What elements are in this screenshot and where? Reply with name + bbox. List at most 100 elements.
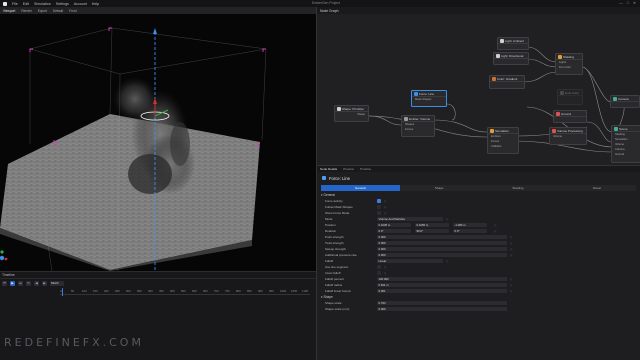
step-forward-icon[interactable]: ▶ bbox=[42, 281, 47, 286]
property-label: Force activity bbox=[325, 199, 343, 203]
frame-counter[interactable]: 52/24 bbox=[50, 281, 64, 286]
vector-field[interactable]: -1.083 m bbox=[453, 222, 487, 228]
node-light-directional[interactable]: Light: Directional bbox=[493, 52, 529, 65]
node-shape-primitive[interactable]: Shape: Primitive Shape bbox=[334, 105, 369, 122]
ground-icon bbox=[555, 112, 560, 116]
subtab-shading[interactable]: Shading bbox=[478, 185, 558, 191]
force-icon bbox=[322, 176, 326, 180]
node-shading[interactable]: Shading Lights Fire Color bbox=[555, 53, 583, 75]
property-value-field[interactable]: 0.000 bbox=[377, 306, 507, 312]
volume-icon bbox=[551, 129, 556, 133]
keyframe-icon[interactable]: ◇ bbox=[510, 277, 512, 281]
node-title: Simulation bbox=[495, 129, 510, 133]
viewport-3d[interactable] bbox=[0, 14, 316, 271]
vector-field[interactable]: 0.1065 m bbox=[415, 222, 449, 228]
keyframe-icon[interactable]: ◇ bbox=[384, 211, 386, 215]
menu-simulation[interactable]: Simulation bbox=[34, 2, 51, 6]
property-value-field[interactable]: 0.793 bbox=[377, 300, 507, 306]
property-checkbox[interactable] bbox=[377, 271, 381, 275]
node-simulation[interactable]: Simulation Emitters Forces Colliders bbox=[487, 127, 519, 154]
property-value-field[interactable]: 0.811 m bbox=[377, 282, 507, 288]
loop-icon[interactable]: ↻ bbox=[26, 281, 31, 286]
step-back-icon[interactable]: ◀ bbox=[34, 281, 39, 286]
menu-account[interactable]: Account bbox=[74, 2, 87, 6]
ruler-tick-label: 950 bbox=[269, 289, 274, 293]
keyframe-icon[interactable]: ◇ bbox=[446, 217, 448, 221]
node-light-ambient[interactable]: Light: Ambient bbox=[497, 37, 529, 50]
keyframe-icon[interactable]: ◇ bbox=[510, 253, 512, 257]
property-dropdown[interactable]: Volume And Particles bbox=[377, 216, 443, 222]
keyframe-icon[interactable]: ◇ bbox=[384, 199, 386, 203]
node-editor-panel[interactable]: Node Graph Shape: Primitive Shape Force:… bbox=[316, 7, 640, 165]
node-force-line[interactable]: Force: Line Mask Shapes bbox=[411, 90, 447, 107]
subtab-general[interactable]: General bbox=[321, 185, 400, 191]
menu-help[interactable]: Help bbox=[92, 2, 99, 6]
view-dropdown[interactable]: Front bbox=[69, 9, 76, 13]
node-emitter-volume[interactable]: Emitter: Volume Shapes Forces bbox=[401, 115, 435, 137]
camera-dropdown[interactable]: Default bbox=[53, 9, 63, 13]
node-scene[interactable]: Scene Shading Simulation Volume Camera G… bbox=[611, 125, 640, 163]
tab-export[interactable]: Export bbox=[38, 9, 47, 13]
keyframe-icon[interactable]: ◇ bbox=[510, 283, 512, 287]
node-emit-color[interactable]: Emit Color bbox=[557, 89, 583, 105]
property-value-field[interactable]: 0.300 bbox=[377, 234, 507, 240]
keyframe-icon[interactable]: ◇ bbox=[446, 259, 448, 263]
node-ground[interactable]: Ground bbox=[553, 110, 587, 123]
play-icon[interactable]: ▶ bbox=[10, 281, 15, 286]
keyframe-icon[interactable]: ◇ bbox=[494, 229, 496, 233]
property-checkbox[interactable] bbox=[377, 199, 381, 203]
tab-render[interactable]: Render bbox=[21, 9, 31, 13]
keyframe-icon[interactable]: ◇ bbox=[384, 205, 386, 209]
keyframe-icon[interactable]: ◇ bbox=[384, 271, 386, 275]
skip-start-icon[interactable]: ⏮ bbox=[2, 281, 7, 286]
app-logo-icon bbox=[3, 1, 7, 6]
properties-panel: Node Details Preview Timeline Force: Lin… bbox=[316, 165, 640, 360]
ruler-tick-label: 600 bbox=[192, 289, 197, 293]
close-button[interactable]: ✕ bbox=[633, 1, 636, 5]
property-value-field[interactable]: 100.000 bbox=[377, 276, 507, 282]
keyframe-icon[interactable]: ◇ bbox=[510, 241, 512, 245]
property-checkbox[interactable] bbox=[377, 265, 381, 269]
tab-timeline[interactable]: Timeline bbox=[360, 167, 371, 171]
subtab-shape[interactable]: Shape bbox=[399, 185, 479, 191]
menu-file[interactable]: File bbox=[12, 2, 18, 6]
tab-node-details[interactable]: Node Details bbox=[320, 167, 337, 171]
menu-edit[interactable]: Edit bbox=[23, 2, 29, 6]
property-checkbox[interactable] bbox=[377, 211, 381, 215]
minimize-button[interactable]: — bbox=[619, 1, 623, 5]
section-label: General bbox=[323, 193, 335, 197]
timeline-playhead[interactable] bbox=[62, 288, 63, 296]
vector-field[interactable]: 0.0° bbox=[377, 228, 411, 234]
property-value-field[interactable]: 0.301 bbox=[377, 288, 507, 294]
keyframe-icon[interactable]: ◇ bbox=[510, 289, 512, 293]
tab-viewport[interactable]: Viewport bbox=[3, 9, 15, 13]
property-value-field[interactable]: 0.000 bbox=[377, 252, 507, 258]
keyframe-icon[interactable]: ◇ bbox=[510, 247, 512, 251]
maximize-button[interactable]: □ bbox=[627, 1, 629, 5]
menu-settings[interactable]: Settings bbox=[56, 2, 69, 6]
property-label: Show Force Mode bbox=[325, 211, 350, 215]
ruler-tick-label: 650 bbox=[203, 289, 208, 293]
subtab-visual[interactable]: Visual bbox=[557, 185, 636, 191]
property-value-field[interactable]: 0.000 bbox=[377, 246, 507, 252]
ruler-tick-label: 350 bbox=[137, 289, 142, 293]
skip-end-icon[interactable]: ⏭ bbox=[18, 281, 23, 286]
property-value-field[interactable]: 0.300 bbox=[377, 240, 507, 246]
node-volume-processing[interactable]: Volume Processing Volume bbox=[549, 127, 587, 145]
keyframe-icon[interactable]: ◇ bbox=[384, 265, 386, 269]
tab-preview[interactable]: Preview bbox=[343, 167, 354, 171]
keyframe-icon[interactable]: ◇ bbox=[494, 223, 496, 227]
shape-icon bbox=[336, 107, 341, 111]
ruler-tick-label: 200 bbox=[104, 289, 109, 293]
node-title: Color: Gradient bbox=[497, 77, 518, 81]
ruler-tick-label: 900 bbox=[258, 289, 263, 293]
property-checkbox[interactable] bbox=[377, 205, 381, 209]
node-camera[interactable]: Camera bbox=[610, 95, 640, 108]
node-color-gradient[interactable]: Color: Gradient bbox=[489, 75, 525, 89]
vector-field[interactable]: 90.0° bbox=[415, 228, 449, 234]
vector-field[interactable]: 0.4235 m bbox=[377, 222, 411, 228]
vector-field[interactable]: 0.0° bbox=[453, 228, 487, 234]
timeline-ruler[interactable]: 0 50 100 150 200 250 300 350 400 450 500 550 600 650 7… bbox=[60, 288, 310, 295]
keyframe-icon[interactable]: ◇ bbox=[510, 235, 512, 239]
property-dropdown[interactable]: Linear bbox=[377, 258, 443, 264]
